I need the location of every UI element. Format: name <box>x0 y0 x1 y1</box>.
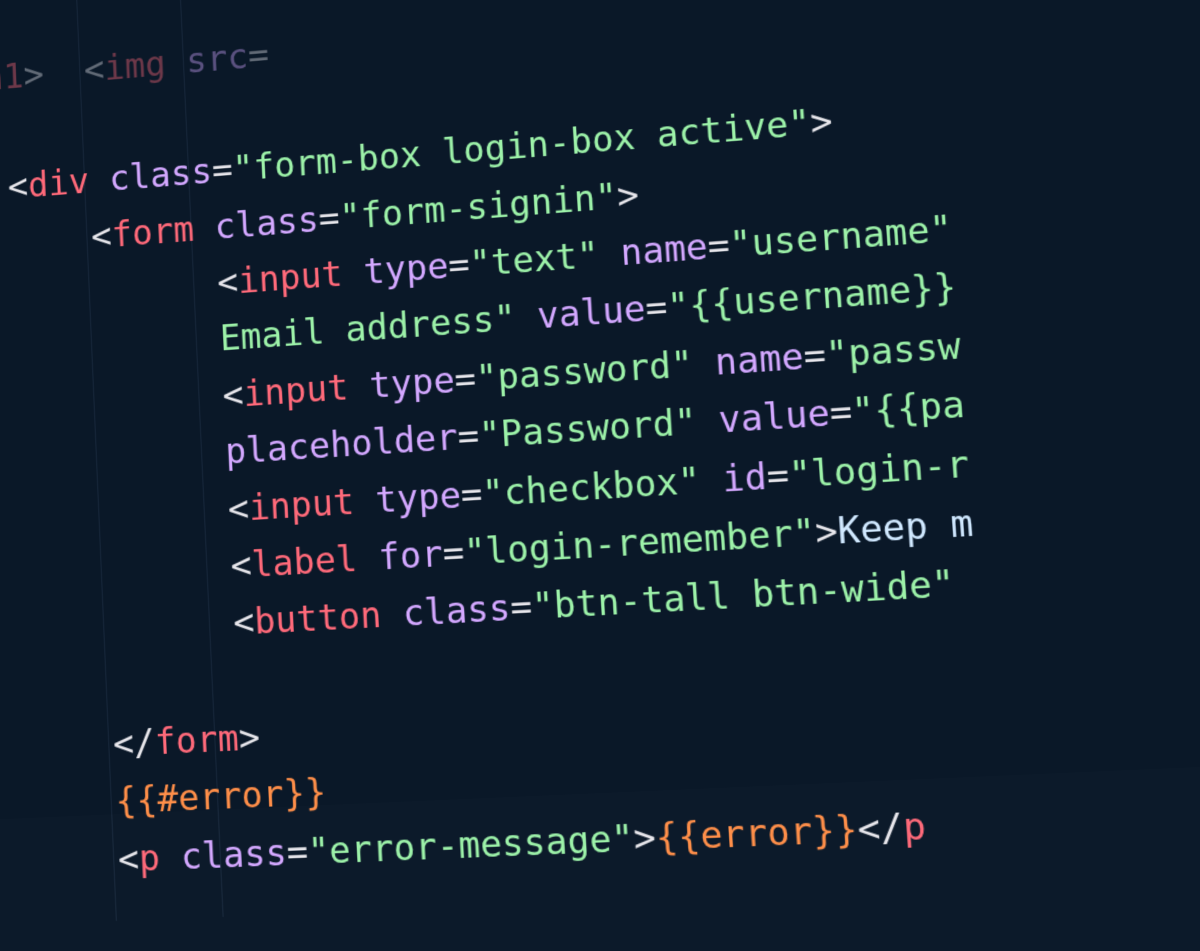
code-block: <h1> <img src= <div class="form-box logi… <box>0 0 1024 951</box>
code-line: {{#error}} <box>0 771 327 828</box>
code-line: <h1> <img src= <box>0 31 311 102</box>
code-line: </form> <box>0 716 261 771</box>
code-editor-viewport: <h1> <img src= <div class="form-box logi… <box>0 0 1200 820</box>
